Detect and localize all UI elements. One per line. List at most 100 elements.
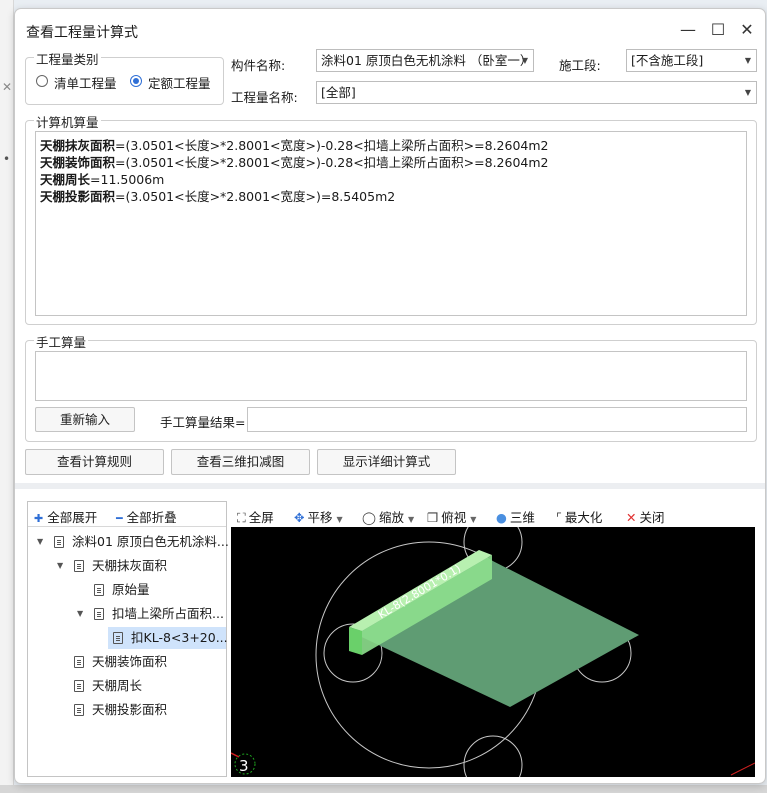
fullscreen-icon: ⛶ xyxy=(237,510,246,525)
formula-name: 天棚装饰面积 xyxy=(40,155,116,170)
radio-bill-quantity-label[interactable]: 清单工程量 xyxy=(54,73,117,92)
tree-node-kl8-deduction[interactable]: 扣KL-8<3+20... xyxy=(108,627,228,649)
formula-line: 天棚装饰面积=(3.0501<长度>*2.8001<宽度>)-0.28<扣墙上梁… xyxy=(40,154,742,171)
axis-x-line xyxy=(231,752,240,758)
tree-node-original-quantity[interactable]: 原始量 xyxy=(28,579,226,601)
chevron-down-icon: ▼ xyxy=(744,88,751,97)
radio-quota-quantity-label[interactable]: 定额工程量 xyxy=(148,73,211,92)
3d-viewport[interactable]: KL-8(2.8001*0.1) 3 xyxy=(231,527,755,777)
chevron-down-icon: ▼ xyxy=(521,56,528,65)
tree-node-plaster-area[interactable]: ▼ 天棚抹灰面积 xyxy=(28,555,226,577)
reinput-button[interactable]: 重新输入 xyxy=(35,407,135,432)
document-icon xyxy=(74,680,84,692)
panel-divider xyxy=(15,483,765,489)
maximize-button[interactable]: ☐ xyxy=(708,20,728,40)
corner-number-label: 3 xyxy=(239,757,249,775)
manual-calc-legend: 手工算量 xyxy=(34,332,89,351)
quantity-category-legend: 工程量类别 xyxy=(34,49,101,68)
pan-label: 平移 xyxy=(307,510,333,525)
background-app-edge: ✕ • xyxy=(0,0,14,793)
document-icon xyxy=(94,608,104,620)
formula-name: 天棚抹灰面积 xyxy=(40,138,116,153)
quantity-formula-dialog: 查看工程量计算式 — ☐ ✕ 工程量类别 清单工程量 定额工程量 构件名称: 涂… xyxy=(14,8,766,784)
expand-all-icon: ✚ xyxy=(34,512,44,525)
zoom-button[interactable]: ◯ 缩放 ▼ xyxy=(362,507,414,526)
collapse-all-icon: ━ xyxy=(116,512,123,525)
radio-quota-quantity[interactable] xyxy=(130,75,142,87)
background-close-icon: ✕ xyxy=(2,80,13,94)
three-d-label: 三维 xyxy=(509,510,535,525)
three-d-button[interactable]: ● 三维 xyxy=(496,507,535,526)
formula-expression: =(3.0501<长度>*2.8001<宽度>)-0.28<扣墙上梁所占面积>=… xyxy=(115,138,549,153)
sphere-icon: ● xyxy=(496,510,507,525)
component-name-label: 构件名称: xyxy=(231,58,286,73)
manual-calc-input[interactable] xyxy=(35,351,747,401)
close-view-button[interactable]: ✕ 关闭 xyxy=(626,507,665,526)
tree-toolbar: ✚ 全部展开 ━ 全部折叠 xyxy=(28,502,226,527)
fullscreen-label: 全屏 xyxy=(248,510,274,525)
top-view-label: 俯视 xyxy=(441,510,467,525)
tree-node-label: 原始量 xyxy=(112,582,150,597)
quantity-name-label: 工程量名称: xyxy=(231,90,298,105)
title-bar[interactable]: 查看工程量计算式 — ☐ ✕ xyxy=(15,9,765,49)
tree-expand-icon[interactable]: ▼ xyxy=(77,603,83,625)
quantity-category-group: 工程量类别 清单工程量 定额工程量 xyxy=(25,49,224,105)
magnifier-icon: ◯ xyxy=(362,510,376,525)
component-name-value: 涂料01 原顶白色无机涂料 （卧室一） xyxy=(321,53,533,68)
tree-node-perimeter[interactable]: 天棚周长 xyxy=(28,675,226,697)
chevron-down-icon: ▼ xyxy=(470,515,477,524)
minimize-button[interactable]: — xyxy=(678,20,698,40)
formula-line: 天棚周长=11.5006m xyxy=(40,171,742,188)
component-name-select[interactable]: 涂料01 原顶白色无机涂料 （卧室一） ▼ xyxy=(316,49,534,72)
close-button[interactable]: ✕ xyxy=(737,20,757,40)
formula-line: 天棚抹灰面积=(3.0501<长度>*2.8001<宽度>)-0.28<扣墙上梁… xyxy=(40,137,742,154)
tree-node-label: 天棚周长 xyxy=(92,678,143,693)
tree-node-label: 涂料01 原顶白色无机涂料... xyxy=(72,534,229,549)
view-cube-bottom-circle xyxy=(463,735,523,777)
tree-node-root[interactable]: ▼ 涂料01 原顶白色无机涂料... xyxy=(28,531,229,553)
tree-node-label: 扣KL-8<3+20... xyxy=(131,630,228,645)
top-view-button[interactable]: ❒ 俯视 ▼ xyxy=(427,507,476,526)
computer-calc-legend: 计算机算量 xyxy=(34,112,101,131)
computer-calc-group: 计算机算量 天棚抹灰面积=(3.0501<长度>*2.8001<宽度>)-0.2… xyxy=(25,112,757,325)
computer-calc-formula-box[interactable]: 天棚抹灰面积=(3.0501<长度>*2.8001<宽度>)-0.28<扣墙上梁… xyxy=(35,131,747,316)
pan-button[interactable]: ✥ 平移 ▼ xyxy=(294,507,343,526)
pan-icon: ✥ xyxy=(294,510,305,525)
formula-expression: =(3.0501<长度>*2.8001<宽度>)-0.28<扣墙上梁所占面积>=… xyxy=(115,155,549,170)
tree-node-label: 天棚投影面积 xyxy=(92,702,168,717)
document-icon xyxy=(74,656,84,668)
chevron-down-icon: ▼ xyxy=(408,515,415,524)
formula-line: 天棚投影面积=(3.0501<长度>*2.8001<宽度>)=8.5405m2 xyxy=(40,188,742,205)
construction-stage-value: [不含施工段] xyxy=(631,53,704,68)
document-icon xyxy=(74,560,84,572)
background-dot-icon: • xyxy=(3,152,11,166)
tree-expand-icon[interactable]: ▼ xyxy=(57,555,63,577)
tree-node-beam-deduction[interactable]: ▼ 扣墙上梁所占面积... xyxy=(28,603,226,625)
formula-expression: =(3.0501<长度>*2.8001<宽度>)=8.5405m2 xyxy=(115,189,396,204)
calc-tree-panel: ✚ 全部展开 ━ 全部折叠 ▼ 涂料01 原顶白色无机涂料... ▼ 天棚抹灰面积 … xyxy=(27,501,229,777)
show-detail-formula-button[interactable]: 显示详细计算式 xyxy=(317,449,456,475)
maximize-view-button[interactable]: ⌜ 最大化 xyxy=(556,507,602,526)
document-icon xyxy=(74,704,84,716)
beam-end-face xyxy=(349,627,362,655)
quantity-name-select[interactable]: [全部] ▼ xyxy=(316,81,757,104)
manual-calc-group: 手工算量 重新输入 手工算量结果= xyxy=(25,332,757,442)
formula-name: 天棚投影面积 xyxy=(40,189,116,204)
manual-result-input[interactable] xyxy=(247,407,747,432)
tree-node-decoration-area[interactable]: 天棚装饰面积 xyxy=(28,651,226,673)
view-calc-rules-button[interactable]: 查看计算规则 xyxy=(25,449,164,475)
expand-all-button[interactable]: ✚ 全部展开 xyxy=(34,507,97,526)
document-icon xyxy=(113,632,123,644)
construction-stage-label: 施工段: xyxy=(559,58,601,73)
view-toolbar: ⛶ 全屏 ✥ 平移 ▼ ◯ 缩放 ▼ ❒ 俯视 ▼ ● 三维 ⌜ 最大化 ✕ 关闭 xyxy=(231,501,755,527)
tree-expand-icon[interactable]: ▼ xyxy=(37,531,43,553)
fullscreen-button[interactable]: ⛶ 全屏 xyxy=(237,507,274,526)
manual-result-label: 手工算量结果= xyxy=(160,415,246,430)
radio-bill-quantity[interactable] xyxy=(36,75,48,87)
tree-node-projection-area[interactable]: 天棚投影面积 xyxy=(28,699,226,721)
view-3d-deduction-button[interactable]: 查看三维扣减图 xyxy=(171,449,310,475)
collapse-all-button[interactable]: ━ 全部折叠 xyxy=(116,507,177,526)
quantity-name-value: [全部] xyxy=(321,85,356,100)
chevron-down-icon: ▼ xyxy=(744,56,751,65)
construction-stage-select[interactable]: [不含施工段] ▼ xyxy=(626,49,757,72)
